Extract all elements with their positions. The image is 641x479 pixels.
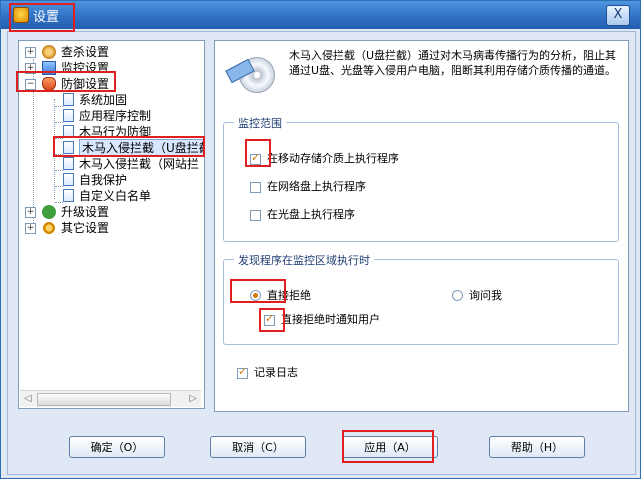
tree-item-label: 木马入侵拦截（U盘拦截 — [79, 139, 204, 157]
shield-badge-icon — [13, 7, 29, 23]
document-icon — [63, 173, 74, 186]
help-button[interactable]: 帮助（H） — [489, 436, 585, 458]
apply-button[interactable]: 应用（A） — [342, 436, 438, 458]
scroll-thumb[interactable] — [37, 393, 171, 406]
settings-tree[interactable]: + 查杀设置 + 监控设置 − 防御设置 系统加固 应用程序控制 木马行为防御 … — [18, 40, 205, 409]
tree-item-defense-settings[interactable]: − 防御设置 — [23, 76, 193, 92]
check-circle-icon — [42, 205, 56, 219]
ask-me-radio[interactable] — [452, 290, 463, 301]
tree-item-label: 查杀设置 — [61, 45, 110, 59]
ask-me-label[interactable]: 询问我 — [469, 287, 502, 303]
tree-item-label: 木马行为防御 — [79, 125, 152, 139]
expand-icon[interactable]: + — [25, 207, 36, 218]
monitor-scope-group: 监控范围 在移动存储介质上执行程序 在网络盘上执行程序 在光盘上执行程序 — [223, 115, 619, 242]
tree-item-label: 防御设置 — [61, 77, 110, 91]
tree-line — [55, 122, 63, 123]
optical-disc-checkbox[interactable] — [250, 210, 261, 221]
feature-description: 木马入侵拦截（U盘拦截）通过对木马病毒传播行为的分析，阻止其通过U盘、光盘等入侵… — [289, 49, 617, 77]
document-icon — [63, 189, 74, 202]
tree-item-label: 自定义白名单 — [79, 189, 152, 203]
tree-item-label: 其它设置 — [61, 221, 110, 235]
tree-item-custom-whitelist[interactable]: 自定义白名单 — [63, 188, 203, 204]
usb-disk-icon — [225, 51, 275, 97]
tree-item-monitor-settings[interactable]: + 监控设置 — [23, 60, 193, 76]
expand-icon[interactable]: + — [25, 63, 36, 74]
document-icon — [63, 141, 74, 154]
notify-user-label[interactable]: 直接拒绝时通知用户 — [281, 311, 380, 327]
monitor-settings-icon — [42, 61, 56, 75]
scroll-left-icon[interactable]: ◁ — [20, 391, 36, 407]
expand-icon[interactable]: + — [25, 223, 36, 234]
tree-item-usb-intrusion-blocking[interactable]: 木马入侵拦截（U盘拦截 — [63, 139, 204, 157]
tree-item-self-protection[interactable]: 自我保护 — [63, 172, 203, 188]
tree-line — [54, 99, 55, 199]
document-icon — [63, 93, 74, 106]
document-icon — [63, 109, 74, 122]
tree-item-label: 升级设置 — [61, 205, 110, 219]
tree-horizontal-scrollbar[interactable]: ◁ ▷ — [20, 390, 201, 407]
tree-item-label: 应用程序控制 — [79, 109, 152, 123]
execution-response-group: 发现程序在监控区域执行时 直接拒绝 询问我 直接拒绝时通知用户 — [223, 252, 619, 345]
removable-media-checkbox[interactable] — [250, 151, 261, 165]
network-drive-checkbox[interactable] — [250, 182, 261, 193]
settings-window: 设置 X + 查杀设置 + 监控设置 − 防御设置 系统加固 应用程序控制 木马… — [0, 0, 641, 479]
tree-item-upgrade-settings[interactable]: + 升级设置 — [23, 204, 193, 220]
usb-blocking-settings-panel: 木马入侵拦截（U盘拦截）通过对木马病毒传播行为的分析，阻止其通过U盘、光盘等入侵… — [214, 40, 629, 412]
tree-item-other-settings[interactable]: + 其它设置 — [23, 220, 193, 236]
optical-disc-label[interactable]: 在光盘上执行程序 — [267, 206, 355, 222]
tree-item-system-hardening[interactable]: 系统加固 — [63, 92, 203, 108]
tree-item-label: 系统加固 — [79, 93, 128, 107]
notify-user-checkbox[interactable] — [264, 312, 275, 326]
tree-line — [55, 186, 63, 187]
tree-line — [55, 106, 63, 107]
tree-item-trojan-behavior-defense[interactable]: 木马行为防御 — [63, 124, 203, 140]
log-records-checkbox[interactable] — [237, 365, 248, 379]
document-icon — [63, 125, 74, 138]
tree-item-label: 木马入侵拦截（网站拦 — [79, 157, 200, 171]
scan-settings-icon — [42, 45, 56, 59]
tree-item-application-control[interactable]: 应用程序控制 — [63, 108, 203, 124]
title-bar[interactable]: 设置 X — [1, 1, 640, 29]
tree-item-label: 自我保护 — [79, 173, 128, 187]
tree-line — [55, 138, 63, 139]
tree-item-label: 监控设置 — [61, 61, 110, 75]
shield-icon — [42, 77, 56, 91]
deny-directly-label[interactable]: 直接拒绝 — [267, 287, 311, 303]
tree-item-website-intrusion-blocking[interactable]: 木马入侵拦截（网站拦 — [63, 156, 203, 172]
cancel-button[interactable]: 取消（C） — [210, 436, 306, 458]
close-button[interactable]: X — [606, 5, 630, 26]
tree-line — [55, 154, 63, 155]
log-records-label[interactable]: 记录日志 — [254, 364, 298, 380]
group-title: 发现程序在监控区域执行时 — [234, 252, 374, 268]
document-icon — [63, 157, 74, 170]
tree-line — [55, 170, 63, 171]
dialog-client-area: + 查杀设置 + 监控设置 − 防御设置 系统加固 应用程序控制 木马行为防御 … — [7, 31, 636, 475]
deny-directly-radio[interactable] — [250, 290, 261, 301]
window-title: 设置 — [33, 10, 60, 25]
tree-item-scan-settings[interactable]: + 查杀设置 — [23, 44, 193, 60]
ok-button[interactable]: 确定（O） — [69, 436, 165, 458]
network-drive-label[interactable]: 在网络盘上执行程序 — [267, 178, 366, 194]
expand-icon[interactable]: + — [25, 47, 36, 58]
gear-icon — [42, 221, 56, 235]
tree-line — [55, 202, 63, 203]
removable-media-label[interactable]: 在移动存储介质上执行程序 — [267, 150, 399, 166]
group-title: 监控范围 — [234, 115, 286, 131]
collapse-icon[interactable]: − — [25, 79, 36, 90]
scroll-right-icon[interactable]: ▷ — [185, 391, 201, 407]
